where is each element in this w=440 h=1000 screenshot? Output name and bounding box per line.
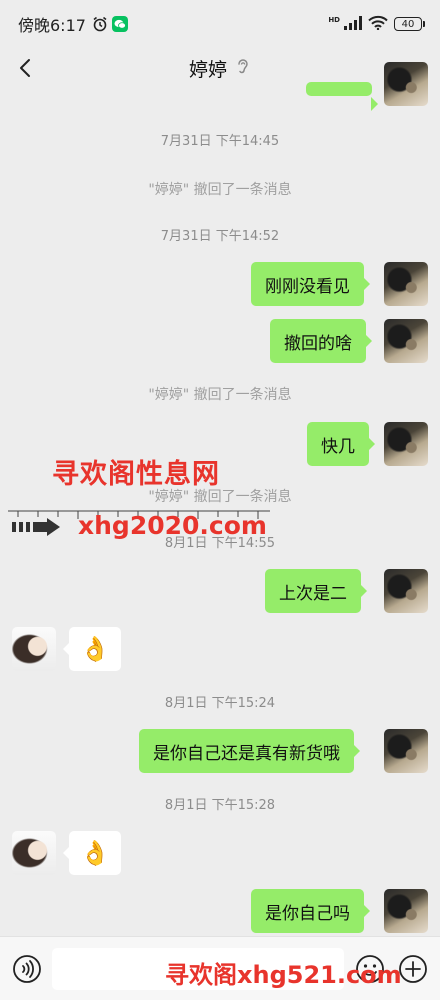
back-arrow-icon[interactable]: [14, 56, 38, 80]
watermark-bottom: 寻欢阁xhg521.com: [165, 961, 402, 989]
sent-message-bubble[interactable]: 撤回的啥: [270, 319, 372, 363]
chat-header: 婷婷: [0, 48, 440, 88]
system-message: "婷婷" 撤回了一条消息: [148, 182, 292, 198]
network-label: HD: [328, 15, 340, 24]
battery-level: 40: [401, 18, 415, 30]
ear-icon: [235, 57, 251, 79]
sent-message-bubble[interactable]: 刚刚没看见: [251, 262, 370, 306]
ok-hand-emoji: 👌: [80, 839, 110, 867]
my-avatar[interactable]: [384, 262, 428, 306]
timestamp: 7月31日 下午14:45: [160, 134, 280, 149]
voice-icon[interactable]: [12, 954, 42, 984]
received-message-bubble[interactable]: 👌: [63, 831, 121, 875]
status-bar: 傍晚6:17 HD 40: [0, 0, 440, 48]
my-avatar[interactable]: [384, 62, 428, 106]
system-message: "婷婷" 撤回了一条消息: [148, 387, 292, 403]
wifi-icon: [368, 15, 388, 34]
ok-hand-emoji: 👌: [80, 635, 110, 663]
plus-icon[interactable]: [398, 954, 428, 984]
chat-title: 婷婷: [188, 58, 227, 81]
watermark-site: xhg2020.com: [78, 511, 267, 540]
timestamp: 7月31日 下午14:52: [160, 229, 280, 244]
signal-icon: [344, 15, 362, 34]
contact-avatar[interactable]: [12, 831, 56, 875]
sent-message-bubble[interactable]: 上次是二: [265, 569, 367, 613]
sent-message-bubble[interactable]: 快几: [307, 422, 375, 466]
previous-message-bubble[interactable]: [306, 82, 378, 111]
alarm-icon: [92, 16, 108, 32]
watermark-title: 寻欢阁性息网: [52, 459, 220, 490]
my-avatar[interactable]: [384, 319, 428, 363]
my-avatar[interactable]: [384, 889, 428, 933]
contact-avatar[interactable]: [12, 627, 56, 671]
status-time: 傍晚6:17: [18, 16, 86, 35]
received-message-bubble[interactable]: 👌: [63, 627, 121, 671]
my-avatar[interactable]: [384, 729, 428, 773]
sent-message-bubble[interactable]: 是你自己吗: [251, 889, 370, 933]
timestamp: 8月1日 下午15:28: [164, 798, 276, 813]
battery-icon: 40: [394, 17, 425, 31]
my-avatar[interactable]: [384, 422, 428, 466]
wechat-icon: [111, 16, 128, 32]
sent-message-bubble[interactable]: 是你自己还是真有新货哦: [139, 729, 360, 773]
timestamp: 8月1日 下午15:24: [164, 696, 276, 711]
my-avatar[interactable]: [384, 569, 428, 613]
